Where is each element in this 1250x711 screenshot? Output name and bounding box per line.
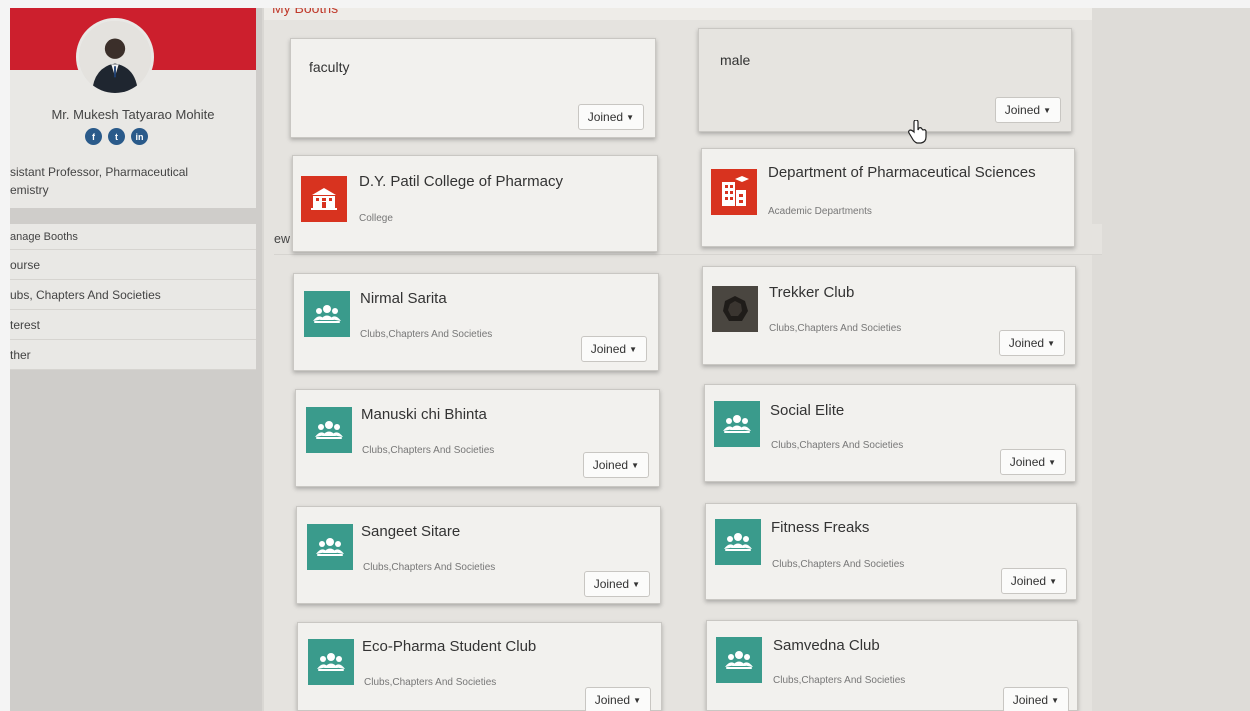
booth-card-department[interactable]: Department of Pharmaceutical Sciences Ac…	[701, 148, 1075, 247]
screen-frame-top	[0, 0, 1250, 8]
caret-down-icon: ▼	[629, 344, 637, 354]
booth-category: Clubs,Chapters And Societies	[769, 323, 902, 334]
booth-title: Eco-Pharma Student Club	[362, 638, 537, 655]
facebook-icon[interactable]: f	[85, 128, 102, 145]
club-photo-icon	[712, 286, 758, 332]
profile-role-line: emistry	[10, 183, 49, 197]
sidebar-item-other[interactable]: ther	[10, 340, 256, 370]
group-icon	[306, 407, 352, 453]
joined-label: Joined	[592, 458, 629, 472]
joined-label: Joined	[590, 342, 627, 356]
profile-role-line: sistant Professor, Pharmaceutical	[10, 165, 189, 179]
page-title: My Booths	[272, 8, 339, 16]
booth-title: Fitness Freaks	[771, 519, 870, 536]
booth-card-dypatil[interactable]: D.Y. Patil College of Pharmacy College	[292, 155, 658, 252]
booth-card-nirmal-sarita[interactable]: Nirmal Sarita Clubs,Chapters And Societi…	[293, 273, 659, 371]
profile-name[interactable]: Mr. Mukesh Tatyarao Mohite	[10, 107, 256, 122]
group-icon	[307, 524, 353, 570]
booth-title: Manuski chi Bhinta	[361, 406, 487, 423]
joined-label: Joined	[1008, 336, 1045, 350]
joined-dropdown-button[interactable]: Joined ▼	[1000, 568, 1067, 594]
booth-title: Samvedna Club	[773, 637, 880, 654]
joined-dropdown-button[interactable]: Joined ▼	[584, 687, 651, 711]
booth-title: D.Y. Patil College of Pharmacy	[359, 173, 563, 190]
group-icon	[308, 639, 354, 685]
joined-dropdown-button[interactable]: Joined ▼	[1002, 687, 1069, 711]
caret-down-icon: ▼	[626, 112, 634, 122]
booth-category: Academic Departments	[768, 206, 872, 217]
hand-pointer-cursor-icon	[908, 119, 928, 149]
joined-label: Joined	[1012, 693, 1049, 707]
caret-down-icon: ▼	[1043, 105, 1051, 115]
caret-down-icon: ▼	[1049, 576, 1057, 586]
group-icon	[714, 401, 760, 447]
sidebar-item-course[interactable]: ourse	[10, 250, 256, 280]
group-icon	[304, 291, 350, 337]
booth-category: Clubs,Chapters And Societies	[362, 445, 495, 456]
booth-card-fitness-freaks[interactable]: Fitness Freaks Clubs,Chapters And Societ…	[705, 503, 1077, 600]
caret-down-icon: ▼	[631, 460, 639, 470]
joined-dropdown-button[interactable]: Joined ▼	[577, 104, 644, 130]
booth-category: Clubs,Chapters And Societies	[771, 440, 904, 451]
sidebar-nav: ew My Booths anage Booths ourse ubs, Cha…	[10, 224, 1102, 370]
booth-title: Sangeet Sitare	[361, 523, 461, 540]
sidebar-item-clubs[interactable]: ubs, Chapters And Societies	[10, 280, 256, 310]
group-icon	[715, 519, 761, 565]
booth-card-sangeet-sitare[interactable]: Sangeet Sitare Clubs,Chapters And Societ…	[296, 506, 661, 604]
joined-dropdown-button[interactable]: Joined ▼	[582, 452, 649, 478]
joined-dropdown-button[interactable]: Joined ▼	[580, 336, 647, 362]
booth-card-male[interactable]: male Joined ▼	[698, 28, 1072, 132]
caret-down-icon: ▼	[632, 579, 640, 589]
joined-label: Joined	[587, 110, 624, 124]
college-building-icon	[301, 176, 347, 222]
group-icon	[716, 637, 762, 683]
booth-category: Clubs,Chapters And Societies	[364, 677, 497, 688]
booth-card-social-elite[interactable]: Social Elite Clubs,Chapters And Societie…	[704, 384, 1076, 482]
joined-dropdown-button[interactable]: Joined ▼	[999, 449, 1066, 475]
caret-down-icon: ▼	[1047, 338, 1055, 348]
caret-down-icon: ▼	[1051, 695, 1059, 705]
joined-label: Joined	[1009, 455, 1046, 469]
booth-card-faculty[interactable]: faculty Joined ▼	[290, 38, 656, 138]
booth-title: Department of Pharmaceutical Sciences	[768, 164, 1036, 181]
joined-dropdown-button[interactable]: Joined ▼	[994, 97, 1061, 123]
booth-category: Clubs,Chapters And Societies	[363, 562, 496, 573]
booth-category: Clubs,Chapters And Societies	[773, 675, 906, 686]
profile-role: sistant Professor, Pharmaceutical emistr…	[10, 163, 256, 199]
caret-down-icon: ▼	[1048, 457, 1056, 467]
linkedin-icon[interactable]: in	[131, 128, 148, 145]
caret-down-icon: ▼	[633, 695, 641, 705]
social-links: f t in	[85, 128, 148, 145]
main-header: My Booths	[264, 8, 1092, 20]
sidebar-item-manage-booths[interactable]: anage Booths	[10, 224, 256, 250]
right-margin	[1092, 0, 1250, 711]
booth-card-manuski-chi-bhinta[interactable]: Manuski chi Bhinta Clubs,Chapters And So…	[295, 389, 660, 487]
booth-category: Clubs,Chapters And Societies	[360, 329, 493, 340]
booth-card-trekker-club[interactable]: Trekker Club Clubs,Chapters And Societie…	[702, 266, 1076, 365]
booth-title: Social Elite	[770, 402, 845, 419]
joined-label: Joined	[1010, 574, 1047, 588]
booth-title: Trekker Club	[769, 284, 855, 301]
booth-category: Clubs,Chapters And Societies	[772, 559, 905, 570]
booth-title: faculty	[309, 59, 350, 75]
screen-frame-left	[0, 0, 10, 711]
booth-title: male	[720, 52, 751, 68]
joined-label: Joined	[594, 693, 631, 707]
sidebar-item-interest[interactable]: terest	[10, 310, 256, 340]
booth-category: College	[359, 213, 393, 224]
joined-dropdown-button[interactable]: Joined ▼	[583, 571, 650, 597]
nav-divider	[10, 208, 256, 224]
joined-dropdown-button[interactable]: Joined ▼	[998, 330, 1065, 356]
booth-title: Nirmal Sarita	[360, 290, 447, 307]
department-building-icon	[711, 169, 757, 215]
avatar[interactable]	[76, 18, 154, 96]
joined-label: Joined	[593, 577, 630, 591]
joined-label: Joined	[1004, 103, 1041, 117]
twitter-icon[interactable]: t	[108, 128, 125, 145]
profile-card: Mr. Mukesh Tatyarao Mohite f t in sistan…	[10, 8, 256, 208]
booth-card-eco-pharma[interactable]: Eco-Pharma Student Club Clubs,Chapters A…	[297, 622, 662, 711]
booth-card-samvedna-club[interactable]: Samvedna Club Clubs,Chapters And Societi…	[706, 620, 1078, 711]
